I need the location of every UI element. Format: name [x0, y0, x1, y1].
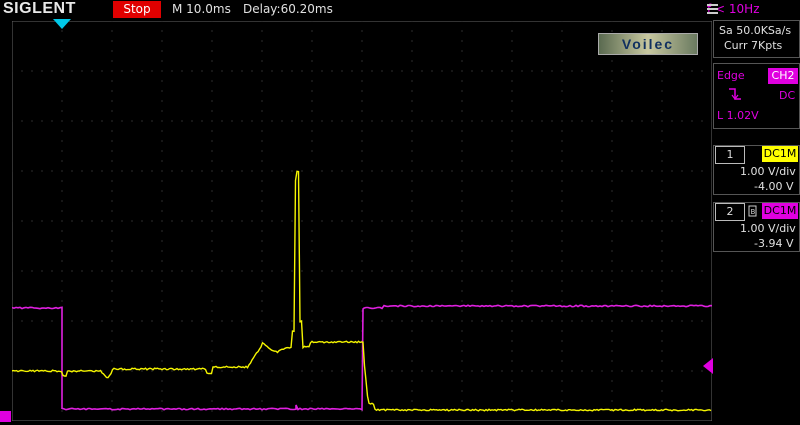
channel-1-offset: -4.00 V	[754, 180, 793, 193]
bandwidth-limit-icon: B	[748, 205, 758, 217]
trigger-coupling: DC	[779, 89, 795, 102]
channel-1-number: 1	[715, 146, 745, 164]
falling-edge-icon	[728, 86, 742, 102]
channel-1-coupling-badge: DC1M	[762, 146, 798, 162]
sample-rate: Sa 50.0KSa/s	[719, 24, 791, 37]
channel-2-scale: 1.00 V/div	[740, 222, 796, 235]
run-stop-indicator[interactable]: Stop	[113, 1, 161, 18]
waveform-display[interactable]	[12, 21, 712, 421]
trigger-type: Edge	[717, 69, 745, 82]
memory-depth: Curr 7Kpts	[724, 39, 782, 52]
channel-2-level-marker[interactable]	[703, 358, 713, 374]
channel-1-ground-marker[interactable]	[0, 411, 11, 422]
trigger-source-badge: CH2	[768, 68, 798, 84]
trigger-level: L 1.02V	[717, 109, 759, 122]
channel-2-number: 2	[715, 203, 745, 221]
status-bar: SIGLENT Stop M 10.0ms Delay:60.20ms f < …	[0, 0, 800, 19]
delay-readout[interactable]: Delay:60.20ms	[243, 2, 333, 16]
channel-1-scale: 1.00 V/div	[740, 165, 796, 178]
channel-2-coupling-badge: DC1M	[762, 203, 798, 219]
svg-text:B: B	[751, 208, 756, 216]
timebase-readout[interactable]: M 10.0ms	[172, 2, 231, 16]
brand-logo: SIGLENT	[3, 0, 76, 18]
watermark-logo: Voilec	[598, 33, 698, 55]
channel-2-offset: -3.94 V	[754, 237, 793, 250]
trigger-position-marker[interactable]	[53, 19, 71, 30]
menu-icon[interactable]	[706, 2, 720, 16]
